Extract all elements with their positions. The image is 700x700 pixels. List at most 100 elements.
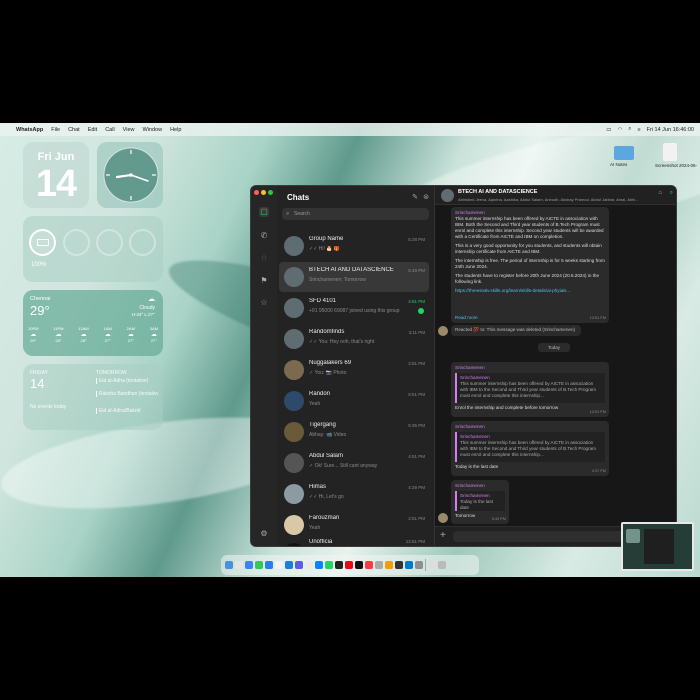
hour-temp: 27° xyxy=(150,338,157,343)
menu-edit[interactable]: Edit xyxy=(88,127,97,133)
attach-plus-icon[interactable]: + xyxy=(440,530,446,541)
document-icon[interactable] xyxy=(428,561,436,569)
app-icon[interactable] xyxy=(355,561,363,569)
battery-ring-empty xyxy=(63,229,90,256)
settings-gear-icon[interactable]: ⚙ xyxy=(259,529,269,539)
app-icon[interactable] xyxy=(385,561,393,569)
avatar xyxy=(284,453,304,473)
message-input[interactable] xyxy=(453,531,629,542)
app-menu[interactable]: WhatsApp xyxy=(16,127,43,133)
message-bubble[interactable]: Srinchamenen This summer internship has … xyxy=(451,207,609,323)
vscode-icon[interactable] xyxy=(315,561,323,569)
read-more-link[interactable]: Read more xyxy=(455,315,478,321)
quoted-message[interactable]: Srinchamenen This summer internship has … xyxy=(455,373,605,403)
search-input[interactable]: ⌕ Search xyxy=(282,208,429,220)
search-icon[interactable]: ⌕ xyxy=(670,190,673,197)
app-store-icon[interactable] xyxy=(285,561,293,569)
app-icon[interactable] xyxy=(295,561,303,569)
folder-icon[interactable] xyxy=(614,146,634,160)
terminal-icon[interactable] xyxy=(395,561,403,569)
screenshot-thumbnail[interactable] xyxy=(621,522,694,571)
message-time: 12:51 PM xyxy=(589,410,606,414)
wifi-icon[interactable]: ◠ xyxy=(617,127,622,133)
calls-icon[interactable]: ✆ xyxy=(259,231,269,241)
chat-list-panel: Chats ✎ ⊜ ⌕ Search Group Name ✓✓ Hi! 🎂 🎁… xyxy=(277,186,435,546)
trash-icon[interactable] xyxy=(438,561,446,569)
netflix-icon[interactable] xyxy=(345,561,353,569)
menu-file[interactable]: File xyxy=(51,127,60,133)
quoted-message[interactable]: Srinchamenen This summer internship has … xyxy=(455,432,605,462)
menubar-clock[interactable]: Fri 14 Jun 16:46:00 xyxy=(647,127,694,133)
chat-row[interactable]: BTECH AI AND DATASCIENCE Srinchamenen: T… xyxy=(279,262,429,292)
calendar-app-icon[interactable] xyxy=(275,561,283,569)
menu-view[interactable]: View xyxy=(123,127,135,133)
quoted-message[interactable]: Srinchamenen Today is the last date xyxy=(455,491,505,511)
app-icon[interactable] xyxy=(335,561,343,569)
laptop-icon xyxy=(37,239,49,246)
chat-header[interactable]: BTECH AI AND DATASCIENCE Abhishek Jeeva,… xyxy=(435,186,676,205)
music-icon[interactable] xyxy=(365,561,373,569)
calendar-widget[interactable]: FRIDAY 14 No events today TOMORROW Eid a… xyxy=(23,364,163,430)
group-avatar-icon xyxy=(284,329,304,349)
whatsapp-icon[interactable] xyxy=(325,561,333,569)
menu-call[interactable]: Call xyxy=(105,127,114,133)
menu-window[interactable]: Window xyxy=(143,127,163,133)
starred-icon[interactable]: ☆ xyxy=(259,298,269,308)
app-icon[interactable] xyxy=(375,561,383,569)
launchpad-icon[interactable] xyxy=(235,561,243,569)
file-label[interactable]: Screenshot 2024-06-14 at 4.46.00 PM xyxy=(655,163,697,168)
chat-row[interactable]: Himas ✓✓ Hi, Let's go 4:29 PM xyxy=(279,479,429,509)
message-bubble[interactable]: Srinchamenen Srinchamenen This summer in… xyxy=(451,362,609,417)
date-widget[interactable]: Fri Jun 14 xyxy=(23,142,89,208)
video-call-icon[interactable]: ⌂ xyxy=(658,190,662,196)
menu-chat[interactable]: Chat xyxy=(68,127,80,133)
chat-time: 4:29 PM xyxy=(408,485,425,490)
chat-row[interactable]: Tigergang Abhay: 📹 Video 5:35 PM xyxy=(279,417,429,447)
filter-icon[interactable]: ⊜ xyxy=(423,193,429,201)
chat-name: BTECH AI AND DATASCIENCE xyxy=(309,267,394,273)
screenshot-file-icon[interactable] xyxy=(663,143,677,161)
cloud-icon: ☁ xyxy=(30,332,37,338)
nav-rail: ▢ ✆ ◌ ⚑ ☆ ⚙ xyxy=(251,186,277,546)
close-window-button[interactable] xyxy=(254,190,259,195)
app-icon[interactable] xyxy=(405,561,413,569)
chat-time: 5:49 PM xyxy=(408,268,425,273)
hourly-item: 2AM ☁ 27° xyxy=(127,326,135,343)
zoom-window-button[interactable] xyxy=(268,190,273,195)
folder-label[interactable]: AI Notes xyxy=(610,162,627,167)
search-icon: ⌕ xyxy=(286,211,290,217)
weather-widget[interactable]: Chennai 29° ☁ Cloudy H:33° L:27° 10PM ☁ 29… xyxy=(23,290,163,356)
cloud-icon: ☁ xyxy=(55,332,62,338)
chat-row[interactable]: Randon Yeah 6:51 PM xyxy=(279,386,429,416)
mail-icon[interactable] xyxy=(265,561,273,569)
chat-row[interactable]: Randomfinds ✓✓ You: Hey ooh, that's righ… xyxy=(279,324,429,354)
chats-icon[interactable]: ▢ xyxy=(259,207,269,217)
system-settings-icon[interactable] xyxy=(415,561,423,569)
channels-icon[interactable]: ⚑ xyxy=(259,276,269,286)
finder-icon[interactable] xyxy=(225,561,233,569)
chrome-icon[interactable] xyxy=(305,561,313,569)
message-bubble[interactable]: Srinchamenen Srinchamenen Today is the l… xyxy=(451,480,509,524)
safari-icon[interactable] xyxy=(245,561,253,569)
control-center-icon[interactable]: ≡ xyxy=(637,127,640,133)
menu-help[interactable]: Help xyxy=(170,127,181,133)
chat-members: Abhishek Jeeva, Ajantha, Aashika, Abdul … xyxy=(458,197,639,202)
new-chat-icon[interactable]: ✎ xyxy=(412,193,418,201)
chat-row[interactable]: Farouzman Yeah 2:51 PM xyxy=(279,510,429,540)
chat-row[interactable]: Nuggalakers 69 ✓ You: 📷 Photo 2:51 PM xyxy=(279,355,429,385)
status-icon[interactable]: ◌ xyxy=(259,253,269,263)
chat-row[interactable]: Unofficia 12:51 PM xyxy=(279,538,429,546)
messages-icon[interactable] xyxy=(255,561,263,569)
chat-row[interactable]: Abdul Salam ✓ Ok! Sure... Still cant any… xyxy=(279,448,429,478)
battery-status-icon[interactable]: ▭ xyxy=(606,127,611,133)
search-spotlight-icon[interactable]: ⌕ xyxy=(628,126,631,133)
chat-name: Unofficia xyxy=(309,539,333,545)
chat-row[interactable]: SFD 4101 +91 95000 69087 joined using th… xyxy=(279,293,429,323)
message-link[interactable]: https://threesixtiv.skills.org/learn/ski… xyxy=(455,288,605,294)
clock-widget[interactable] xyxy=(97,142,163,208)
message-bubble[interactable]: Srinchamenen Srinchamenen This summer in… xyxy=(451,421,609,476)
minimize-window-button[interactable] xyxy=(261,190,266,195)
chat-row[interactable]: Group Name ✓✓ Hi! 🎂 🎁 5:28 PM xyxy=(279,231,429,261)
message-text: Enrol the internship and complete before… xyxy=(455,405,559,410)
battery-widget[interactable]: 100% xyxy=(23,216,163,282)
